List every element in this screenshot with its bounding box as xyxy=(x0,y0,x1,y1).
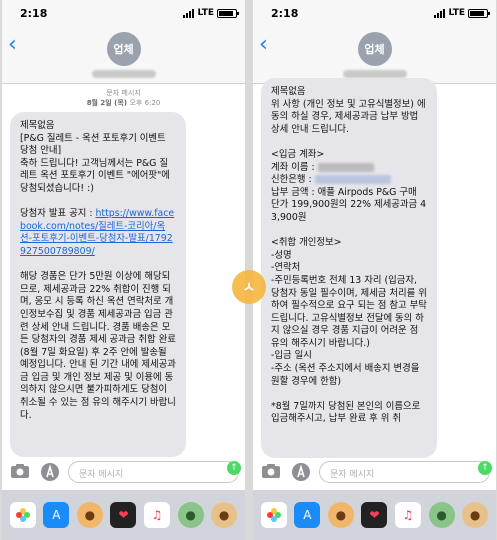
music-icon[interactable]: ♫ xyxy=(144,502,171,528)
account-number-redacted xyxy=(314,175,391,185)
message-text: 제목없음 위 사항 (개인 정보 및 고유식별정보) 에 동의 하실 경우, 제… xyxy=(271,86,426,173)
contact-avatar[interactable]: 업체 xyxy=(357,32,392,66)
camera-icon[interactable] xyxy=(261,463,281,479)
app-store-icon[interactable]: A xyxy=(43,502,70,528)
app-store-icon[interactable] xyxy=(40,462,60,482)
app-store-icon[interactable] xyxy=(291,462,311,482)
message-input[interactable]: 문자 메시지 xyxy=(319,461,490,483)
memoji-icon[interactable]: ● xyxy=(76,502,103,528)
phone-screen-right: 2:18 LTE ‹ 업체 제목없음 위 사항 (개인 정보 및 고유식별정보)… xyxy=(253,0,496,540)
send-arrow-icon[interactable]: ↑ xyxy=(478,461,492,475)
memoji-icon[interactable]: ● xyxy=(211,502,238,528)
contact-number-redacted xyxy=(342,70,407,78)
status-time: 2:18 xyxy=(20,7,48,20)
heart-icon[interactable]: ❤ xyxy=(361,502,388,528)
message-text-continued: 납부 금액 : 애플 Airpods P&G 구매 단가 199,900원의 2… xyxy=(271,186,427,425)
compose-bar: 문자 메시지 ↑ xyxy=(2,458,245,486)
contact-avatar[interactable]: 업체 xyxy=(106,32,141,66)
status-time: 2:18 xyxy=(271,7,299,20)
received-message-bubble: 제목없음 [P&G 질레트 - 옥션 포토후기 이벤트 당첨 안내] 축하 드립… xyxy=(10,112,186,457)
status-icons: LTE xyxy=(434,8,490,18)
conversation-header: ‹ 업체 xyxy=(253,28,496,84)
music-icon[interactable]: ♫ xyxy=(395,502,422,528)
message-type-label: 문자 메시지 xyxy=(106,89,141,97)
camera-icon[interactable] xyxy=(10,463,30,479)
message-text: 신한은행 : xyxy=(271,174,312,186)
app-drawer: A ● ❤ ♫ ● ● xyxy=(2,490,245,540)
heart-icon[interactable]: ❤ xyxy=(110,502,137,528)
account-name-redacted xyxy=(317,162,374,172)
screenshot-composite: 2:18 LTE ‹ 업체 문자 메시지 8월 2일 (목) 오후 6:20 제… xyxy=(0,0,497,540)
message-date: 8월 2일 (목) 오후 6:20 xyxy=(86,99,161,107)
status-bar: 2:18 LTE xyxy=(2,0,245,28)
status-bar: 2:18 LTE xyxy=(253,0,496,28)
signal-icon xyxy=(434,8,446,18)
back-chevron-icon[interactable]: ‹ xyxy=(259,32,268,57)
network-label: LTE xyxy=(197,8,214,18)
conversation-header: ‹ 업체 xyxy=(2,28,245,84)
received-message-bubble: 제목없음 위 사항 (개인 정보 및 고유식별정보) 에 동의 하실 경우, 제… xyxy=(261,78,437,458)
memoji-icon[interactable]: ● xyxy=(327,502,354,528)
photos-icon[interactable] xyxy=(9,502,36,528)
status-icons: LTE xyxy=(183,8,239,18)
message-text: 제목없음 [P&G 질레트 - 옥션 포토후기 이벤트 당첨 안내] 축하 드립… xyxy=(20,120,170,220)
contact-number-redacted xyxy=(91,70,156,78)
send-arrow-icon[interactable]: ↑ xyxy=(227,461,241,475)
signal-icon xyxy=(183,8,195,18)
sticker-icon[interactable]: ● xyxy=(177,502,204,528)
app-store-icon[interactable]: A xyxy=(294,502,321,528)
watermark-logo: ㅅ xyxy=(232,270,266,304)
photos-icon[interactable] xyxy=(260,502,287,528)
battery-icon xyxy=(217,8,239,18)
sticker-icon[interactable]: ● xyxy=(428,502,455,528)
memoji-icon[interactable]: ● xyxy=(462,502,489,528)
network-label: LTE xyxy=(448,8,465,18)
message-input[interactable]: 문자 메시지 xyxy=(68,461,239,483)
phone-screen-left: 2:18 LTE ‹ 업체 문자 메시지 8월 2일 (목) 오후 6:20 제… xyxy=(2,0,245,540)
back-chevron-icon[interactable]: ‹ xyxy=(8,32,17,57)
message-meta: 문자 메시지 8월 2일 (목) 오후 6:20 xyxy=(2,88,245,108)
message-text-continued: 해당 경품은 단가 5만원 이상에 해당되므로, 제세공과금 22% 취합이 진… xyxy=(20,271,176,421)
compose-bar: 문자 메시지 ↑ xyxy=(253,458,496,486)
app-drawer: A ● ❤ ♫ ● ● xyxy=(253,490,496,540)
battery-icon xyxy=(468,8,490,18)
